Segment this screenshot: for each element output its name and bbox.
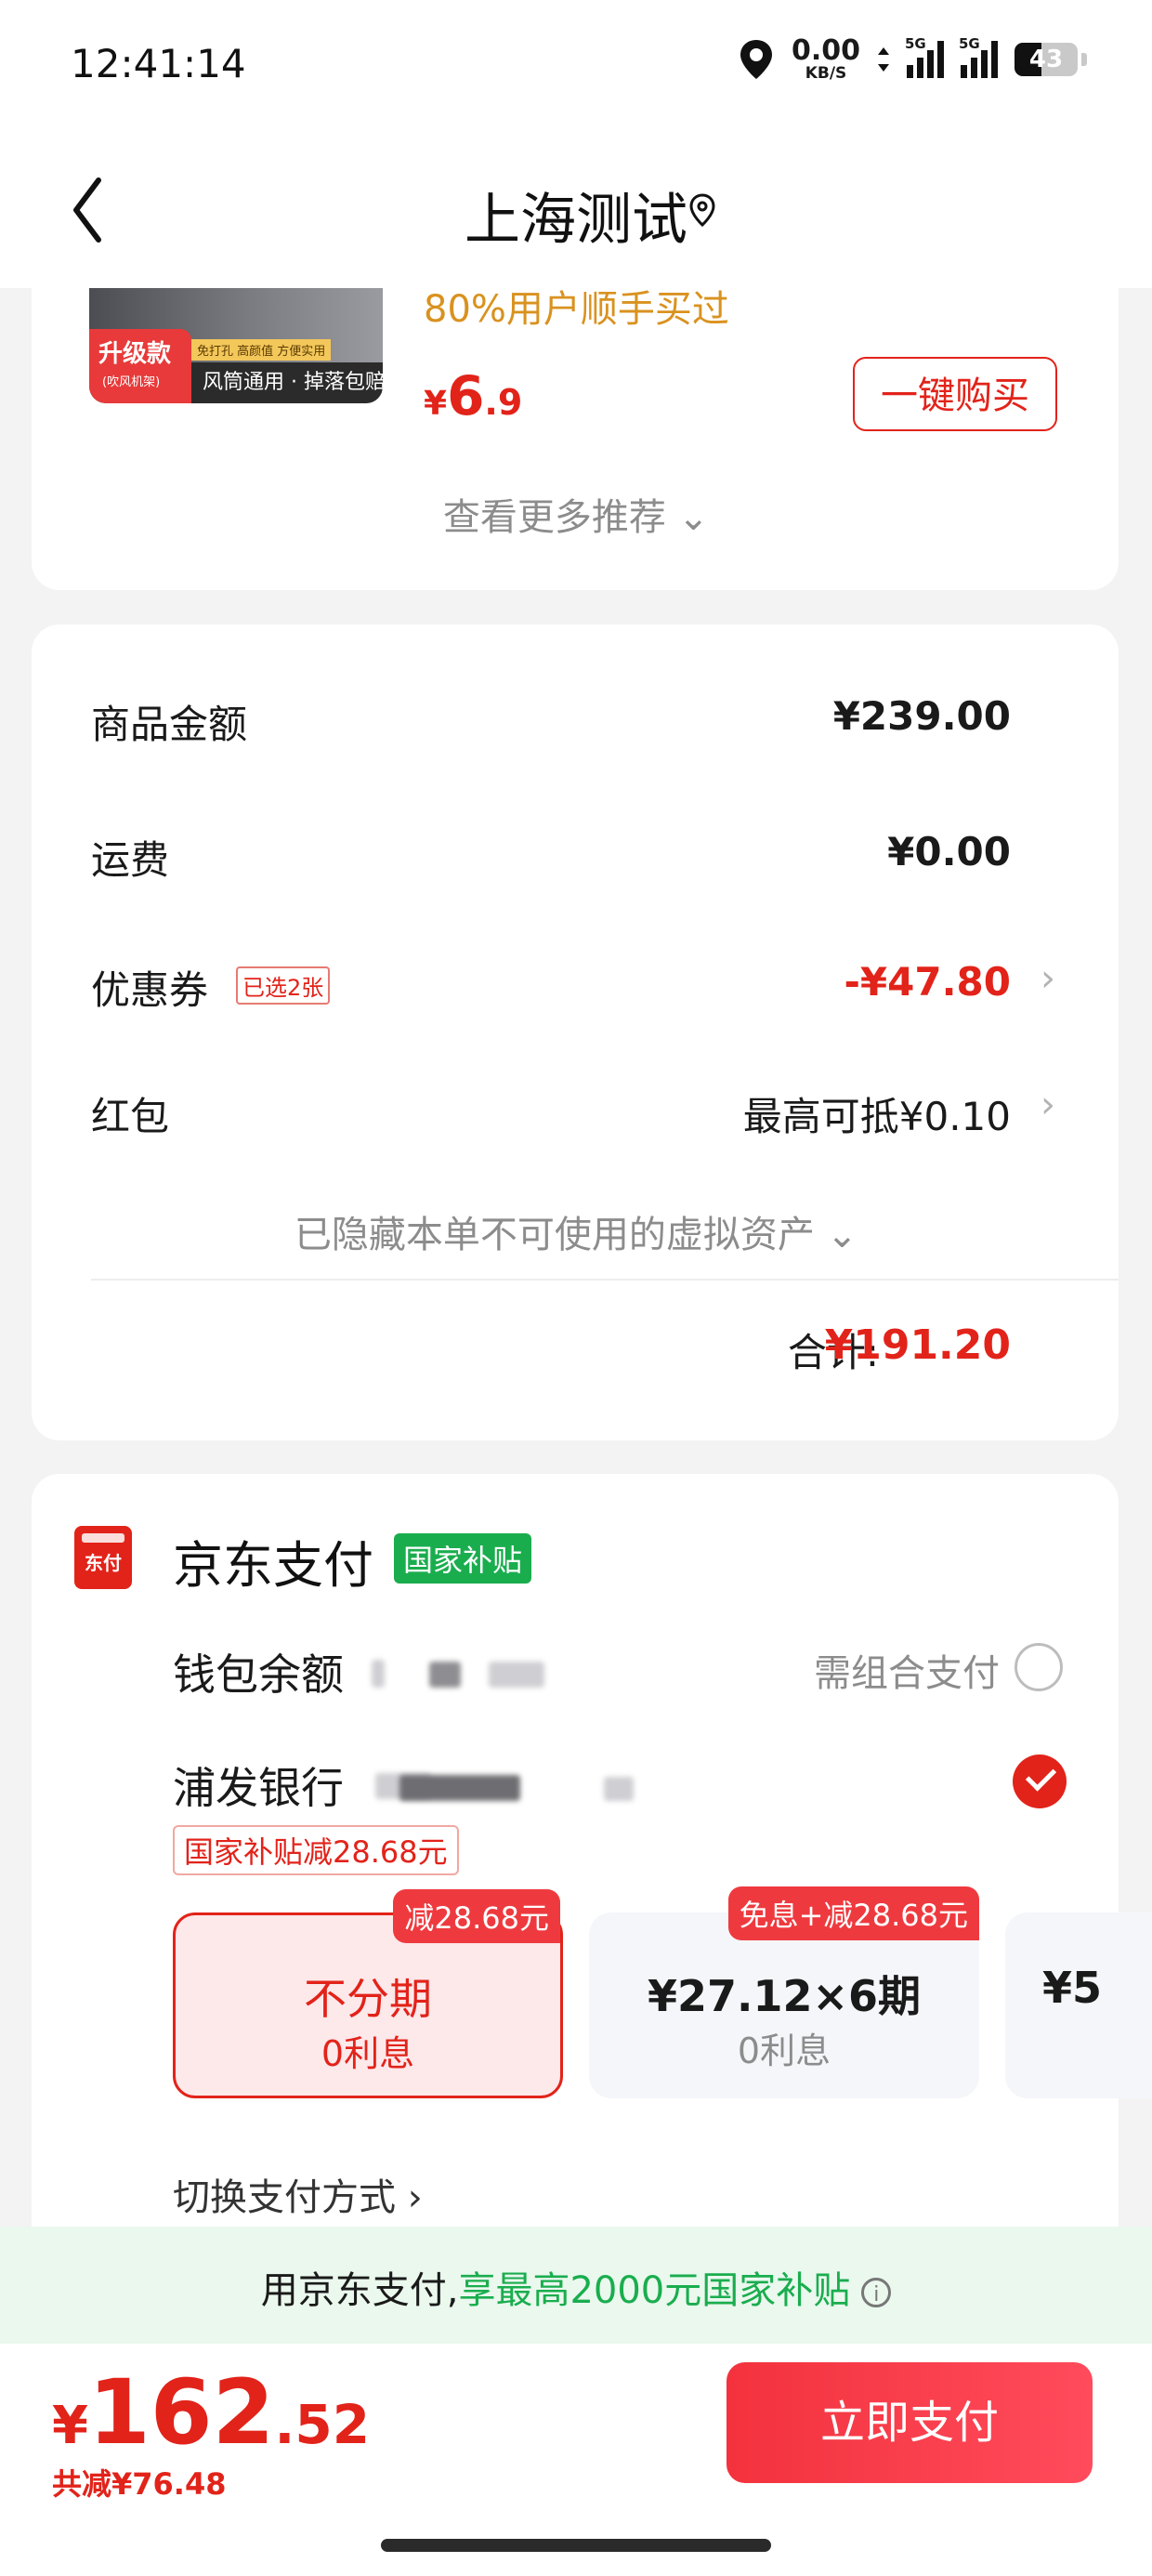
masked-card: [604, 1777, 634, 1801]
coupon-value[interactable]: -¥47.80: [844, 959, 1011, 1005]
gov-discount-tag: 国家补贴减28.68元: [173, 1825, 459, 1875]
hidden-assets-toggle[interactable]: 已隐藏本单不可使用的虚拟资产 ⌄: [0, 1204, 1152, 1258]
net-speed: 0.00 KB/S: [791, 34, 860, 83]
jd-pay-logo: 东付: [74, 1526, 132, 1589]
shipping-value: ¥0.00: [887, 829, 1011, 874]
goods-amount-value: ¥239.00: [832, 693, 1011, 739]
bought-text: 80%用户顺手买过: [424, 288, 729, 331]
image-caption: 风筒通用 · 掉落包赔: [191, 362, 383, 403]
masked-balance: [429, 1662, 461, 1688]
summary-divider: [91, 1279, 1119, 1281]
masked-card: [399, 1775, 520, 1801]
plan-no-installment[interactable]: 减28.68元 不分期 0利息: [173, 1889, 563, 2098]
pay-now-button[interactable]: 立即支付: [727, 2362, 1093, 2483]
signal-5g-1-icon: 5G: [905, 35, 944, 78]
more-recommend-link[interactable]: 查看更多推荐 ⌄: [0, 487, 1152, 541]
wallet-balance-label[interactable]: 钱包余额: [173, 1641, 344, 1702]
coupon-label[interactable]: 优惠券: [91, 959, 208, 1016]
plan-more-installments[interactable]: ¥5: [1005, 1912, 1152, 2098]
redpacket-value[interactable]: 最高可抵¥0.10: [743, 1085, 1011, 1142]
gov-subsidy-badge: 国家补贴: [394, 1533, 532, 1584]
final-price: ¥162.52: [52, 2360, 371, 2464]
status-icons: 0.00 KB/S 5G 5G 43: [738, 34, 1087, 83]
one-click-buy-button[interactable]: 一键购买: [853, 357, 1057, 431]
recommend-price: ¥6.9: [424, 364, 523, 427]
info-icon[interactable]: i: [861, 2278, 892, 2307]
redpacket-label[interactable]: 红包: [91, 1085, 169, 1142]
data-arrows-icon: [878, 47, 889, 72]
plan-6-installments[interactable]: 免息+减28.68元 ¥27.12×6期 0利息: [589, 1886, 979, 2098]
bank-card-label[interactable]: 浦发银行: [173, 1755, 344, 1816]
plan-discount-tag: 减28.68元: [393, 1889, 560, 1943]
wallet-radio[interactable]: [1015, 1643, 1063, 1691]
plan-discount-tag: 免息+减28.68元: [727, 1886, 979, 1940]
goods-amount-label: 商品金额: [91, 702, 248, 747]
upgrade-badge: 升级款 (吹风机架): [89, 329, 191, 403]
location-pin-icon[interactable]: [684, 191, 721, 229]
battery-cap: [1081, 53, 1087, 66]
total-value: ¥191.20: [824, 1321, 1011, 1369]
coupon-selected-tag: 已选2张: [236, 966, 331, 1005]
bank-selected-check-icon[interactable]: [1013, 1755, 1067, 1808]
page-title: 上海测试: [465, 188, 687, 253]
promo-text: 用京东支付,享最高2000元国家补贴 i: [0, 2260, 1152, 2314]
redpacket-chevron-icon[interactable]: ›: [1041, 1084, 1055, 1126]
shipping-label: 运费: [91, 837, 170, 883]
location-icon: [740, 40, 772, 79]
total-saved: 共减¥76.48: [52, 2466, 227, 2502]
signal-5g-2-icon: 5G: [959, 35, 998, 78]
coupon-chevron-icon[interactable]: ›: [1041, 957, 1055, 1000]
switch-pay-method-link[interactable]: 切换支付方式 ›: [173, 2167, 423, 2221]
battery-icon: 43: [1015, 43, 1078, 76]
product-image[interactable]: 免打孔 高颜值 方便实用 升级款 (吹风机架) 风筒通用 · 掉落包赔: [89, 288, 383, 403]
pay-method-title: 京东支付: [173, 1536, 373, 1595]
status-time: 12:41:14: [71, 41, 246, 86]
masked-balance: [489, 1662, 544, 1688]
combo-pay-text[interactable]: 需组合支付: [814, 1643, 1000, 1697]
home-indicator[interactable]: [381, 2539, 771, 2552]
masked-balance: [372, 1660, 385, 1688]
